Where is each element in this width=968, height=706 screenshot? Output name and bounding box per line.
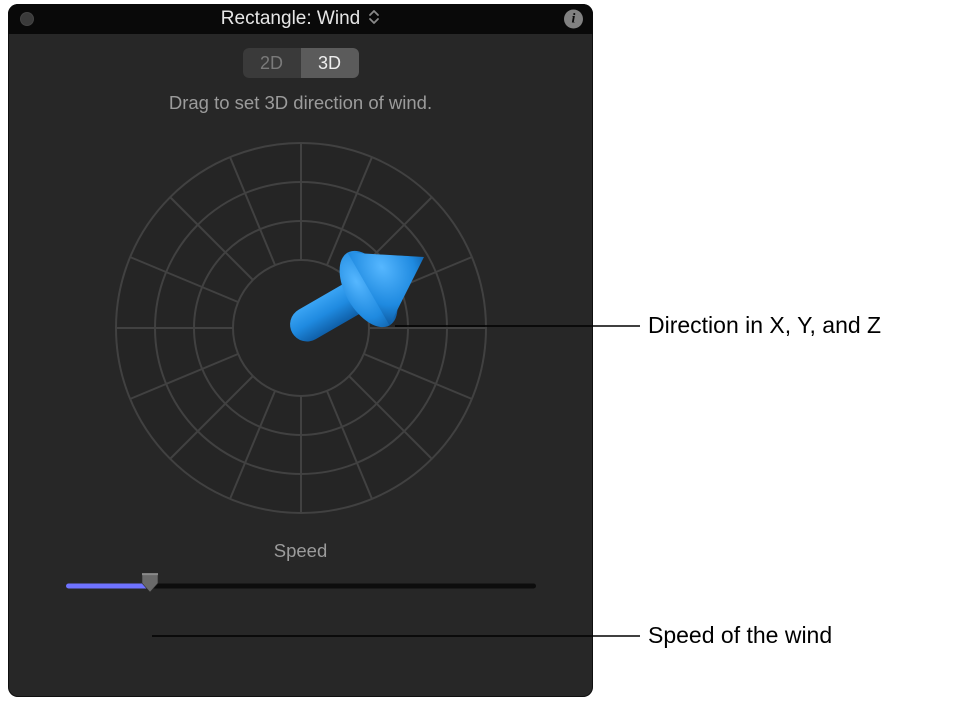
mode-3d-button[interactable]: 3D (301, 48, 359, 78)
hint-text: Drag to set 3D direction of wind. (8, 92, 593, 114)
callout-direction: Direction in X, Y, and Z (648, 312, 881, 339)
slider-thumb[interactable] (140, 571, 160, 598)
direction-dial[interactable] (111, 138, 491, 518)
info-glyph: i (572, 12, 576, 26)
mode-2d-button[interactable]: 2D (243, 48, 301, 78)
window-close-dot[interactable] (20, 12, 34, 26)
panel-title: Rectangle: Wind (221, 8, 360, 30)
titlebar: Rectangle: Wind i (8, 4, 593, 34)
slider-fill (66, 584, 151, 589)
info-icon[interactable]: i (564, 10, 583, 29)
mode-2d-label: 2D (260, 53, 283, 74)
title-dropdown-icon[interactable] (368, 8, 380, 31)
speed-label: Speed (8, 540, 593, 562)
callout-speed: Speed of the wind (648, 622, 832, 649)
mode-3d-label: 3D (318, 53, 341, 74)
wind-hud-panel: Rectangle: Wind i 2D 3D (8, 4, 593, 697)
speed-slider[interactable] (66, 576, 536, 596)
mode-segmented-control: 2D 3D (8, 48, 593, 78)
